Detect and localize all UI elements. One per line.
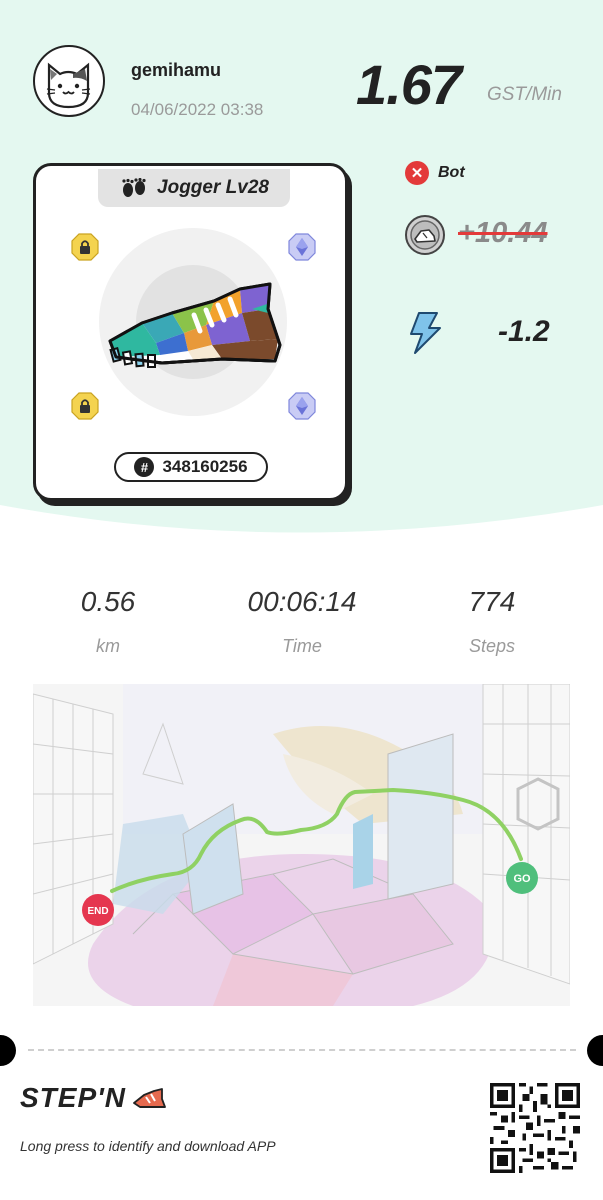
sneaker-image (108, 282, 282, 368)
close-circle-icon: ✕ (405, 161, 429, 185)
energy-bolt-icon (410, 312, 441, 354)
download-tagline: Long press to identify and download APP (20, 1138, 276, 1154)
hash-icon: # (134, 457, 155, 477)
lock-icon[interactable] (71, 233, 99, 261)
route-map[interactable]: END GO (33, 684, 570, 1006)
go-marker: GO (506, 862, 538, 894)
ticket-notch-left (0, 1035, 16, 1066)
sneaker-card[interactable]: Jogger Lv28 # 348160256 (33, 163, 348, 501)
gst-coin-icon (405, 215, 445, 255)
energy-used-value: -1.2 (498, 315, 550, 348)
stat-distance: 0.56 km (28, 586, 188, 657)
end-marker: END (82, 894, 114, 926)
run-datetime: 04/06/2022 03:38 (131, 100, 264, 119)
ticket-divider (28, 1049, 576, 1051)
ticket-notch-right (587, 1035, 603, 1066)
distance-value: 0.56 (80, 586, 136, 617)
footprints-icon (122, 178, 146, 197)
stat-time: 00:06:14 Time (222, 586, 382, 657)
summary-header: gemihamu 04/06/2022 03:38 1.67 GST/Min J… (0, 0, 603, 540)
brand-logo: STEP'N (20, 1082, 167, 1114)
avatar[interactable] (33, 45, 105, 117)
steps-value: 774 (468, 586, 516, 617)
qr-code[interactable] (490, 1083, 580, 1173)
sneaker-id: 348160256 (162, 457, 248, 476)
stat-steps: 774 Steps (412, 586, 572, 657)
end-label: END (87, 906, 108, 917)
username: gemihamu (131, 60, 222, 80)
distance-label: km (96, 636, 120, 656)
sneaker-logo-icon (133, 1088, 167, 1108)
time-label: Time (282, 636, 322, 656)
gem-icon[interactable] (288, 233, 316, 261)
gst-earnings-value: +10.44 (458, 217, 548, 249)
go-label: GO (513, 873, 531, 885)
steps-label: Steps (468, 636, 516, 656)
sneaker-type-pill: Jogger Lv28 (98, 169, 290, 207)
sneaker-id-pill: # 348160256 (114, 452, 268, 482)
cat-avatar-icon (46, 62, 91, 109)
brand-name: STEP'N (20, 1082, 127, 1113)
gst-rate-value: 1.67 (356, 53, 462, 116)
bot-badge: ✕ Bot (405, 161, 465, 185)
lock-icon[interactable] (71, 392, 99, 420)
bot-label: Bot (438, 164, 465, 181)
time-value: 00:06:14 (247, 586, 357, 617)
sneaker-type-level: Jogger Lv28 (157, 177, 269, 198)
gst-rate-unit: GST/Min (487, 84, 562, 105)
gem-icon[interactable] (288, 392, 316, 420)
